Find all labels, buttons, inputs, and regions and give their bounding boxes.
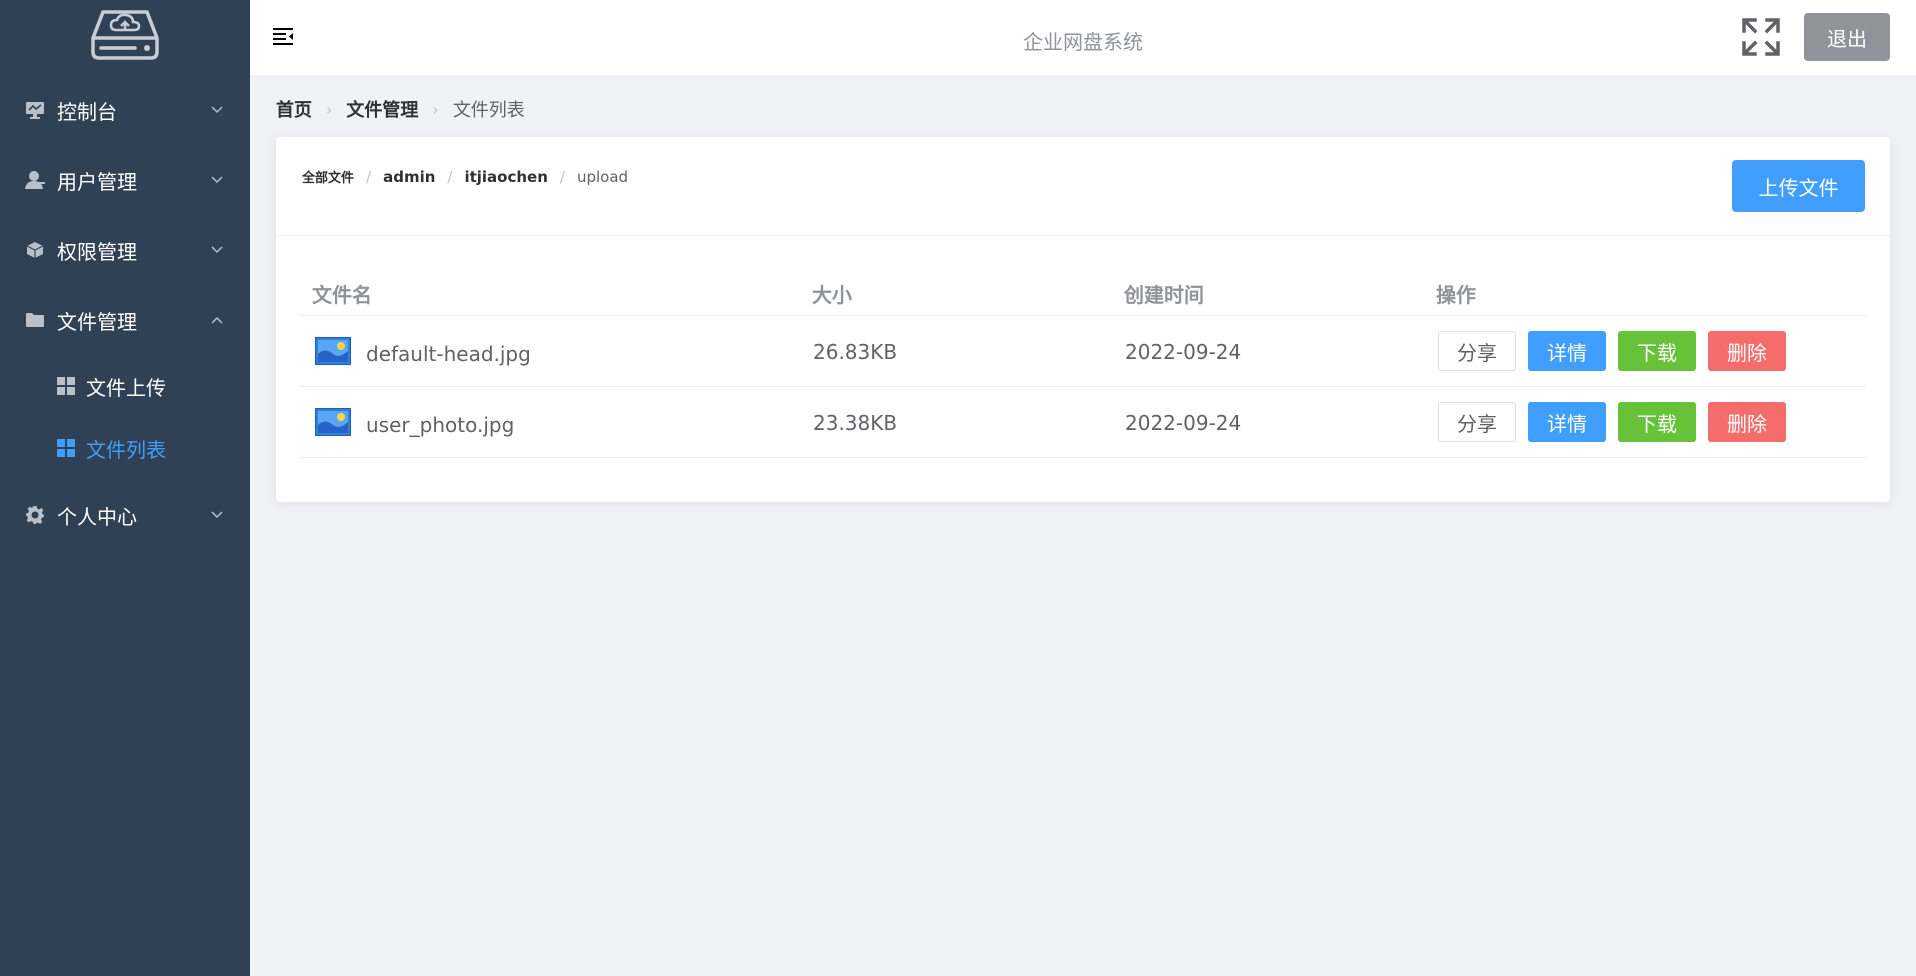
path-separator: /: [559, 167, 565, 186]
sidebar-subitem-label: 文件列表: [86, 437, 166, 462]
fullscreen-icon[interactable]: [1742, 18, 1780, 56]
delete-button[interactable]: 删除: [1708, 331, 1786, 371]
file-created-date: 2022-09-24: [1125, 411, 1242, 435]
file-name-cell[interactable]: default-head.jpg: [315, 336, 531, 366]
file-list-card: 全部文件 / admin / itjiaochen / upload 上传文件 …: [276, 137, 1890, 502]
path-upload: upload: [576, 167, 629, 186]
logout-button[interactable]: 退出: [1804, 13, 1890, 61]
sidebar-item-label: 文件管理: [57, 309, 137, 334]
path-admin[interactable]: admin: [383, 168, 435, 186]
folder-icon: [24, 309, 46, 331]
top-header: 企业网盘系统 退出: [250, 0, 1916, 75]
gear-icon: [24, 504, 46, 526]
sidebar-item-label: 控制台: [57, 99, 117, 124]
file-name: user_photo.jpg: [366, 413, 515, 437]
sidebar-item-profile[interactable]: 个人中心: [0, 485, 250, 545]
table-header: 文件名 大小 创建时间 操作: [300, 271, 1866, 316]
file-size: 26.83KB: [813, 340, 898, 364]
share-button[interactable]: 分享: [1438, 331, 1516, 371]
download-button[interactable]: 下载: [1618, 402, 1696, 442]
delete-button[interactable]: 删除: [1708, 402, 1786, 442]
chevron-right-icon: ›: [432, 99, 439, 119]
path-separator: /: [447, 167, 453, 186]
sidebar-subitem-file-upload[interactable]: 文件上传: [0, 356, 250, 416]
grid-icon: [57, 377, 75, 395]
chevron-down-icon: [210, 173, 224, 187]
grid-icon: [57, 439, 75, 457]
file-table: 文件名 大小 创建时间 操作 default-head.jpg 26.83KB …: [300, 271, 1866, 458]
chevron-down-icon: [210, 103, 224, 117]
upload-file-button[interactable]: 上传文件: [1732, 160, 1865, 212]
sidebar-item-files[interactable]: 文件管理: [0, 290, 250, 350]
column-header-size: 大小: [812, 283, 852, 307]
detail-button[interactable]: 详情: [1528, 331, 1606, 371]
row-actions: 分享 详情 下载 删除: [1438, 331, 1798, 371]
file-created-date: 2022-09-24: [1125, 340, 1242, 364]
divider: [276, 235, 1890, 236]
image-file-icon: [315, 337, 351, 365]
breadcrumb-current: 文件列表: [452, 100, 525, 121]
sidebar-item-label: 个人中心: [57, 504, 137, 529]
column-header-created: 创建时间: [1124, 283, 1204, 307]
folder-path: 全部文件 / admin / itjiaochen / upload: [302, 167, 629, 187]
download-button[interactable]: 下载: [1618, 331, 1696, 371]
sidebar-item-users[interactable]: 用户管理: [0, 150, 250, 210]
chevron-right-icon: ›: [326, 99, 333, 119]
monitor-icon: [24, 99, 46, 121]
breadcrumb: 首页 › 文件管理 › 文件列表: [276, 96, 525, 122]
table-row: user_photo.jpg 23.38KB 2022-09-24 分享 详情 …: [300, 387, 1866, 458]
table-row: default-head.jpg 26.83KB 2022-09-24 分享 详…: [300, 316, 1866, 387]
path-itjiaochen[interactable]: itjiaochen: [464, 168, 547, 186]
path-separator: /: [366, 167, 372, 186]
cube-icon: [24, 239, 46, 261]
chevron-down-icon: [210, 508, 224, 522]
sidebar-item-permissions[interactable]: 权限管理: [0, 220, 250, 280]
sidebar-item-label: 权限管理: [57, 239, 137, 264]
path-all-files[interactable]: 全部文件: [302, 167, 354, 186]
app-title: 企业网盘系统: [1023, 30, 1143, 54]
chevron-down-icon: [210, 243, 224, 257]
detail-button[interactable]: 详情: [1528, 402, 1606, 442]
column-header-actions: 操作: [1436, 283, 1476, 307]
file-name-cell[interactable]: user_photo.jpg: [315, 407, 514, 437]
sidebar-item-label: 用户管理: [57, 169, 137, 194]
cloud-drive-logo: [91, 10, 159, 60]
file-name: default-head.jpg: [366, 342, 531, 366]
breadcrumb-file-management[interactable]: 文件管理: [346, 96, 418, 122]
row-actions: 分享 详情 下载 删除: [1438, 402, 1798, 442]
sidebar: 控制台 用户管理 权限管理 文件管理 文件上传 文件列表 个人中心: [0, 0, 250, 976]
file-size: 23.38KB: [813, 411, 898, 435]
user-icon: [24, 169, 46, 191]
sidebar-subitem-label: 文件上传: [86, 375, 166, 400]
chevron-up-icon: [210, 313, 224, 327]
sidebar-item-dashboard[interactable]: 控制台: [0, 80, 250, 140]
column-header-name: 文件名: [312, 283, 372, 307]
share-button[interactable]: 分享: [1438, 402, 1516, 442]
sidebar-subitem-file-list[interactable]: 文件列表: [0, 418, 250, 478]
breadcrumb-home[interactable]: 首页: [276, 96, 312, 122]
image-file-icon: [315, 408, 351, 436]
